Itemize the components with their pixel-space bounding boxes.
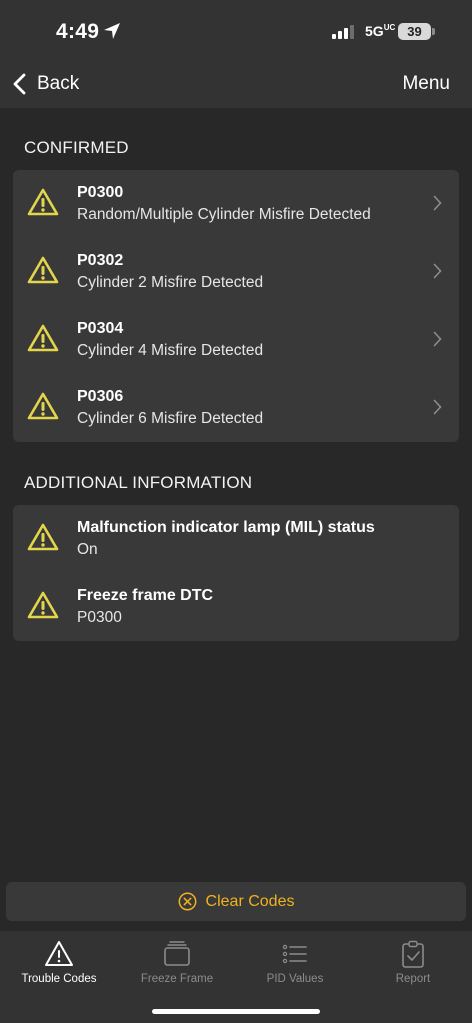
network-sup: UC [383,23,396,32]
trouble-code: P0304 [77,320,124,337]
warning-triangle-icon [27,324,59,352]
trouble-code-row[interactable]: P0302 Cylinder 2 Misfire Detected [13,238,459,306]
confirmed-codes-card: P0300 Random/Multiple Cylinder Misfire D… [13,170,459,442]
clear-codes-label: Clear Codes [205,892,295,910]
trouble-code-description: Cylinder 4 Misfire Detected [77,342,264,359]
list-icon [282,944,307,964]
freeze-frame-icon [164,941,190,966]
info-value: On [77,541,98,558]
tab-label: Freeze Frame [140,973,214,985]
chevron-right-icon [433,331,442,347]
tab-label: Trouble Codes [21,973,97,985]
trouble-code: P0306 [77,388,124,405]
info-row: Freeze frame DTC P0300 [13,573,459,641]
chevron-right-icon [433,195,442,211]
status-bar: 4:49 5GUC 39 [0,0,472,60]
clipboard-check-icon [402,940,424,968]
home-indicator [152,1009,320,1014]
clear-codes-button[interactable]: Clear Codes [6,882,466,921]
status-time: 4:49 [56,20,100,43]
trouble-code-description: Cylinder 6 Misfire Detected [77,410,264,427]
info-value: P0300 [77,609,122,626]
info-label: Freeze frame DTC [77,587,214,604]
tab-report[interactable]: Report [354,939,472,985]
additional-info-section-title: ADDITIONAL INFORMATION [24,473,253,492]
battery-tip [432,28,435,35]
warning-triangle-icon [27,256,59,284]
back-button[interactable]: Back [12,69,79,99]
chevron-right-icon [433,399,442,415]
trouble-code-row[interactable]: P0304 Cylinder 4 Misfire Detected [13,306,459,374]
info-label: Malfunction indicator lamp (MIL) status [77,519,375,536]
back-label: Back [37,73,80,94]
trouble-code: P0302 [77,252,124,269]
trouble-code-description: Random/Multiple Cylinder Misfire Detecte… [77,206,371,223]
battery-indicator: 39 [398,23,431,40]
menu-button[interactable]: Menu [402,73,450,95]
location-arrow-icon [104,23,120,39]
trouble-code: P0300 [77,184,124,201]
warning-triangle-icon [27,523,59,551]
trouble-code-row[interactable]: P0300 Random/Multiple Cylinder Misfire D… [13,170,459,238]
info-row: Malfunction indicator lamp (MIL) status … [13,505,459,573]
tab-trouble-codes[interactable]: Trouble Codes [0,939,118,985]
warning-triangle-icon [27,392,59,420]
confirmed-section-title: CONFIRMED [24,138,129,157]
tab-label: Report [395,973,431,985]
nav-bar: Back Menu [0,60,472,108]
chevron-right-icon [433,263,442,279]
trouble-code-row[interactable]: P0306 Cylinder 6 Misfire Detected [13,374,459,442]
tab-freeze-frame[interactable]: Freeze Frame [118,939,236,985]
warning-triangle-icon [45,941,73,966]
signal-strength-icon [332,25,354,39]
warning-triangle-icon [27,591,59,619]
clear-circle-x-icon [178,892,196,911]
network-label: 5G [365,23,384,39]
chevron-left-icon [13,73,26,95]
network-type: 5GUC [365,23,395,39]
additional-info-card: Malfunction indicator lamp (MIL) status … [13,505,459,641]
tab-pid-values[interactable]: PID Values [236,939,354,985]
trouble-code-description: Cylinder 2 Misfire Detected [77,274,264,291]
tab-label: PID Values [266,973,324,985]
warning-triangle-icon [27,188,59,216]
